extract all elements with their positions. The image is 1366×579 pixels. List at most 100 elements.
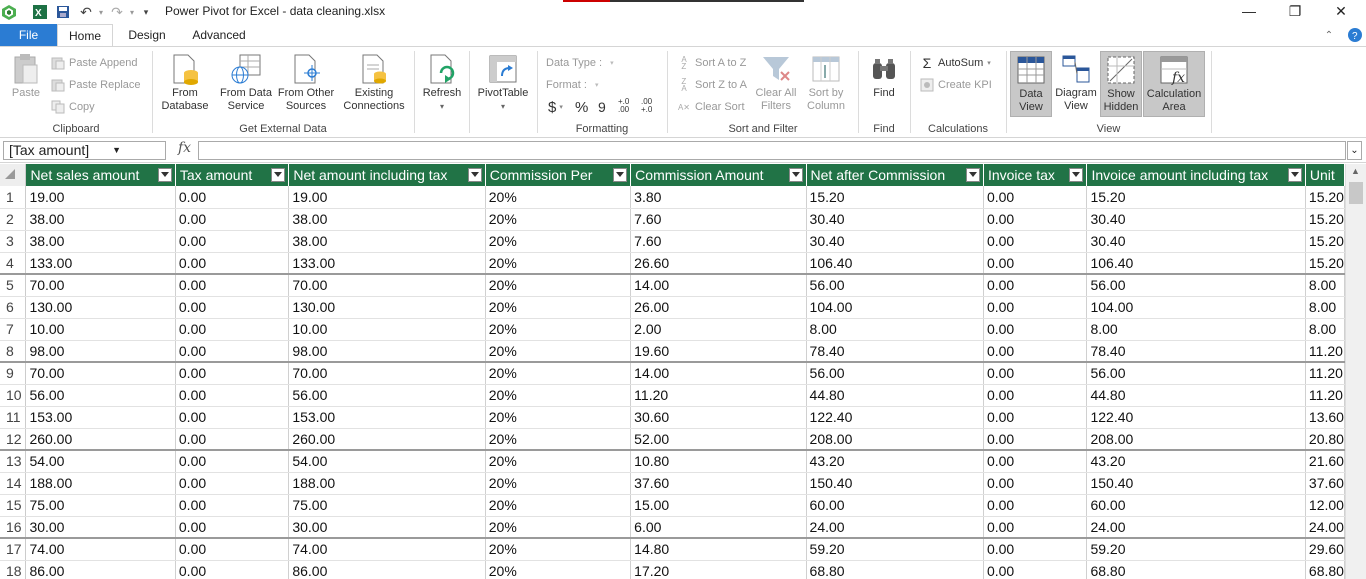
row-number[interactable]: 17 — [0, 538, 27, 561]
select-all-corner[interactable] — [0, 164, 27, 186]
column-header[interactable]: Commission Amount — [630, 164, 807, 186]
table-cell[interactable]: 14.00 — [630, 362, 807, 385]
table-cell[interactable]: 20% — [485, 494, 632, 517]
table-cell[interactable]: 68.80 — [1305, 560, 1345, 579]
redo-dropdown-icon[interactable]: ▾ — [127, 3, 137, 21]
table-cell[interactable]: 188.00 — [288, 472, 486, 495]
row-number[interactable]: 2 — [0, 208, 27, 231]
comma-button[interactable]: 9 — [598, 97, 606, 117]
table-cell[interactable]: 20% — [485, 428, 632, 451]
table-cell[interactable]: 0.00 — [175, 318, 290, 341]
paste-replace-button[interactable]: Paste Replace — [50, 75, 141, 95]
table-cell[interactable]: 106.40 — [806, 252, 984, 275]
row-number[interactable]: 11 — [0, 406, 27, 429]
table-cell[interactable]: 10.00 — [288, 318, 486, 341]
currency-button[interactable]: $ ▾ — [548, 97, 563, 117]
table-cell[interactable]: 11.20 — [1305, 384, 1345, 407]
table-cell[interactable]: 133.00 — [288, 252, 486, 275]
table-cell[interactable]: 56.00 — [1086, 274, 1306, 297]
table-cell[interactable]: 37.60 — [630, 472, 807, 495]
table-cell[interactable]: 15.20 — [806, 186, 984, 209]
refresh-button[interactable]: Refresh ▾ — [419, 53, 465, 113]
table-cell[interactable]: 0.00 — [175, 384, 290, 407]
table-cell[interactable]: 0.00 — [983, 340, 1088, 363]
table-cell[interactable]: 0.00 — [175, 428, 290, 451]
table-cell[interactable]: 0.00 — [983, 516, 1088, 539]
table-cell[interactable]: 12.00 — [1305, 494, 1345, 517]
table-cell[interactable]: 20% — [485, 538, 632, 561]
vertical-scrollbar[interactable]: ▲ — [1345, 164, 1366, 579]
table-cell[interactable]: 208.00 — [806, 428, 984, 451]
table-cell[interactable]: 19.00 — [25, 186, 176, 209]
table-cell[interactable]: 43.20 — [806, 450, 984, 473]
restore-button[interactable]: ❐ — [1272, 0, 1318, 22]
column-header[interactable]: Tax amount — [175, 164, 290, 186]
collapse-ribbon-icon[interactable]: ⌃ — [1322, 24, 1336, 46]
table-cell[interactable]: 104.00 — [1086, 296, 1306, 319]
name-box[interactable]: [Tax amount] ▼ — [3, 141, 166, 160]
tab-design[interactable]: Design — [120, 24, 174, 46]
table-cell[interactable]: 20% — [485, 406, 632, 429]
help-icon[interactable]: ? — [1345, 24, 1365, 46]
table-cell[interactable]: 15.20 — [1305, 252, 1345, 275]
table-cell[interactable]: 30.40 — [806, 208, 984, 231]
filter-dropdown-icon[interactable] — [613, 168, 628, 182]
table-cell[interactable]: 29.60 — [1305, 538, 1345, 561]
table-cell[interactable]: 8.00 — [1305, 296, 1345, 319]
table-cell[interactable]: 43.20 — [1086, 450, 1306, 473]
pivottable-dropdown-icon[interactable]: ▾ — [501, 100, 505, 113]
table-cell[interactable]: 21.60 — [1305, 450, 1345, 473]
table-cell[interactable]: 20% — [485, 274, 632, 297]
filter-dropdown-icon[interactable] — [271, 168, 286, 182]
table-cell[interactable]: 19.60 — [630, 340, 807, 363]
table-cell[interactable]: 0.00 — [175, 472, 290, 495]
table-cell[interactable]: 0.00 — [175, 252, 290, 275]
row-number[interactable]: 9 — [0, 362, 27, 385]
table-cell[interactable]: 20% — [485, 560, 632, 579]
table-cell[interactable]: 20% — [485, 384, 632, 407]
table-cell[interactable]: 24.00 — [1305, 516, 1345, 539]
table-cell[interactable]: 44.80 — [1086, 384, 1306, 407]
table-cell[interactable]: 13.60 — [1305, 406, 1345, 429]
table-cell[interactable]: 68.80 — [1086, 560, 1306, 579]
table-cell[interactable]: 0.00 — [983, 384, 1088, 407]
filter-dropdown-icon[interactable] — [157, 168, 172, 182]
table-cell[interactable]: 106.40 — [1086, 252, 1306, 275]
filter-dropdown-icon[interactable] — [467, 168, 482, 182]
row-number[interactable]: 15 — [0, 494, 27, 517]
table-cell[interactable]: 20% — [485, 252, 632, 275]
table-cell[interactable]: 8.00 — [1305, 274, 1345, 297]
table-cell[interactable]: 0.00 — [983, 472, 1088, 495]
table-cell[interactable]: 122.40 — [1086, 406, 1306, 429]
table-cell[interactable]: 54.00 — [25, 450, 176, 473]
table-cell[interactable]: 86.00 — [288, 560, 486, 579]
table-cell[interactable]: 75.00 — [25, 494, 176, 517]
table-cell[interactable]: 30.00 — [288, 516, 486, 539]
paste-append-button[interactable]: Paste Append — [50, 53, 138, 73]
table-cell[interactable]: 130.00 — [288, 296, 486, 319]
scrollbar-thumb[interactable] — [1349, 182, 1363, 204]
table-cell[interactable]: 0.00 — [175, 208, 290, 231]
paste-button[interactable]: Paste — [8, 53, 44, 100]
table-cell[interactable]: 52.00 — [630, 428, 807, 451]
table-cell[interactable]: 208.00 — [1086, 428, 1306, 451]
table-cell[interactable]: 20% — [485, 230, 632, 253]
table-cell[interactable]: 60.00 — [1086, 494, 1306, 517]
table-cell[interactable]: 0.00 — [983, 208, 1088, 231]
table-cell[interactable]: 56.00 — [806, 362, 984, 385]
table-cell[interactable]: 98.00 — [25, 340, 176, 363]
table-cell[interactable]: 38.00 — [288, 230, 486, 253]
sort-a-to-z-button[interactable]: AZ Sort A to Z — [676, 53, 746, 73]
row-number[interactable]: 12 — [0, 428, 27, 451]
table-cell[interactable]: 0.00 — [983, 560, 1088, 579]
table-cell[interactable]: 20% — [485, 340, 632, 363]
table-cell[interactable]: 54.00 — [288, 450, 486, 473]
table-cell[interactable]: 0.00 — [983, 318, 1088, 341]
table-cell[interactable]: 0.00 — [175, 274, 290, 297]
from-data-service-button[interactable]: From Data Service — [215, 53, 277, 113]
table-cell[interactable]: 20% — [485, 516, 632, 539]
fx-icon[interactable]: fx — [178, 140, 191, 156]
table-cell[interactable]: 38.00 — [25, 208, 176, 231]
table-cell[interactable]: 150.40 — [806, 472, 984, 495]
table-cell[interactable]: 7.60 — [630, 208, 807, 231]
